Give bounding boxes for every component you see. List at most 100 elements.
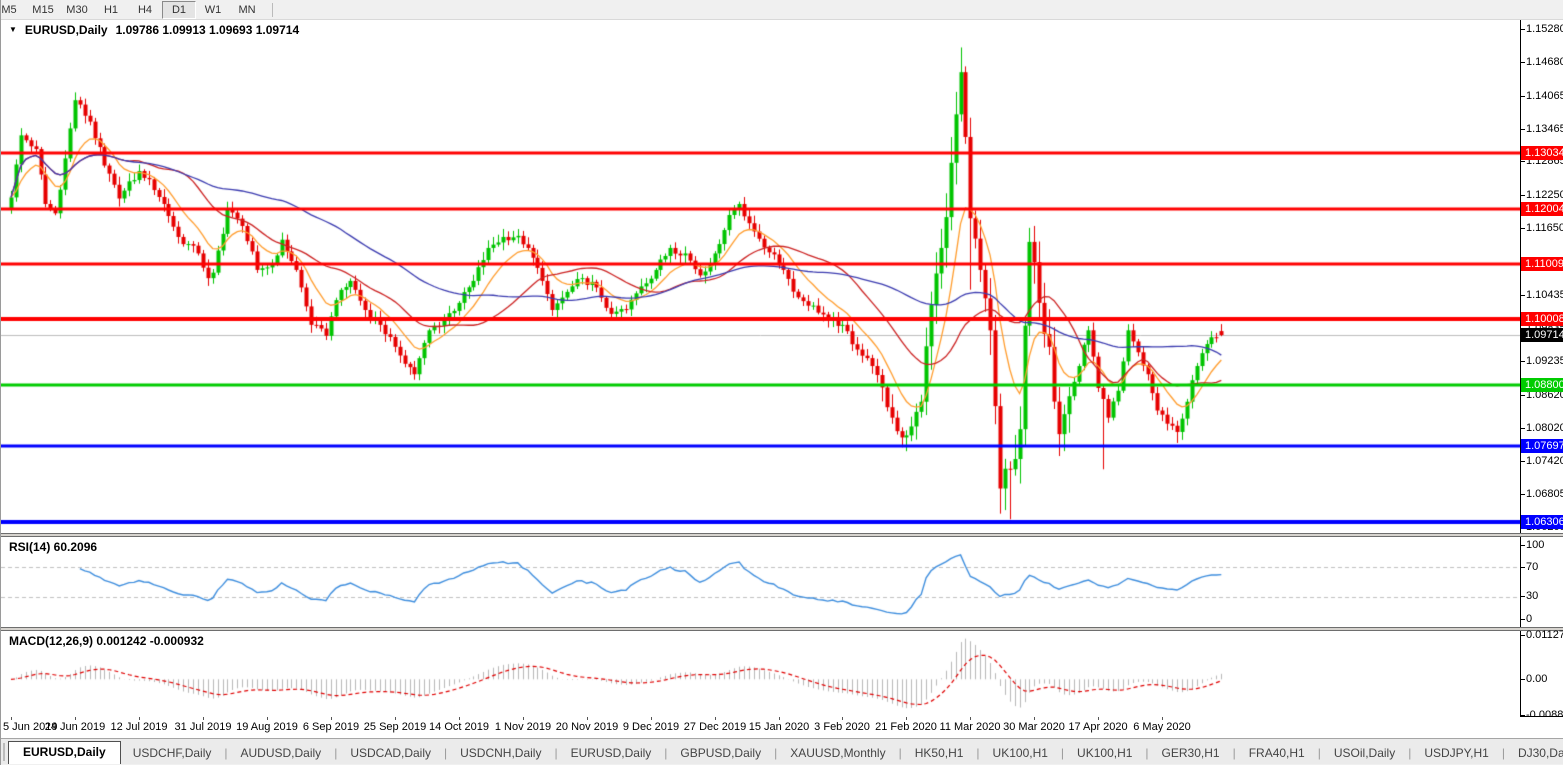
chart-tab-usdchf-daily-1[interactable]: USDCHF,Daily xyxy=(121,743,224,764)
timeframe-toolbar: M5M15M30H1H4D1W1MN xyxy=(1,0,1563,20)
price-level-label: 1.07697 xyxy=(1521,439,1563,453)
chart-tab-usoil-daily-13[interactable]: USOil,Daily xyxy=(1322,743,1407,764)
macd-indicator-label: MACD(12,26,9) 0.001242 -0.000932 xyxy=(9,634,204,648)
time-axis-tick xyxy=(1098,717,1099,720)
time-axis-label: 19 Aug 2019 xyxy=(236,721,298,733)
chart-tab-eurusd-daily-0[interactable]: EURUSD,Daily xyxy=(8,741,121,764)
period-button-m15[interactable]: M15 xyxy=(26,1,60,19)
price-level-label: 1.11009 xyxy=(1521,257,1563,271)
time-axis-tick xyxy=(715,717,716,720)
rsi-panel: RSI(14) 60.2096 100 70 30 0 xyxy=(1,537,1563,627)
macd-plot[interactable]: MACD(12,26,9) 0.001242 -0.000932 xyxy=(1,631,1521,717)
price-axis-tick: 1.09235 xyxy=(1526,355,1563,368)
main-chart-canvas[interactable] xyxy=(1,20,1520,533)
time-axis-tick xyxy=(523,717,524,720)
time-axis-label: 3 Feb 2020 xyxy=(814,721,870,733)
time-axis-tick xyxy=(779,717,780,720)
price-axis-tick: 1.13465 xyxy=(1526,123,1563,136)
chart-tab-xauusd-monthly-7[interactable]: XAUUSD,Monthly xyxy=(778,743,897,764)
price-level-label: 1.13034 xyxy=(1521,146,1563,160)
time-axis-label: 1 Nov 2019 xyxy=(495,721,551,733)
rsi-canvas[interactable] xyxy=(1,537,1520,627)
chart-tab-uk100-h1-10[interactable]: UK100,H1 xyxy=(1065,743,1144,764)
period-button-w1[interactable]: W1 xyxy=(196,1,230,19)
time-axis-tick xyxy=(906,717,907,720)
period-button-mn[interactable]: MN xyxy=(230,1,264,19)
macd-canvas[interactable] xyxy=(1,631,1520,717)
rsi-indicator-label: RSI(14) 60.2096 xyxy=(9,540,97,554)
price-axis-tick: 1.08020 xyxy=(1526,422,1563,435)
chart-tab-dj30-daily-15[interactable]: DJ30,Daily xyxy=(1506,743,1563,764)
time-axis-label: 24 Jun 2019 xyxy=(45,721,106,733)
time-axis-tick xyxy=(459,717,460,720)
time-axis-label: 15 Jan 2020 xyxy=(749,721,810,733)
period-button-h4[interactable]: H4 xyxy=(128,1,162,19)
chart-tab-hk50-h1-8[interactable]: HK50,H1 xyxy=(903,743,976,764)
price-level-label: 1.08800 xyxy=(1521,378,1563,392)
time-axis-label: 17 Apr 2020 xyxy=(1068,721,1127,733)
period-button-h1[interactable]: H1 xyxy=(94,1,128,19)
time-axis[interactable]: 5 Jun 201924 Jun 201912 Jul 201931 Jul 2… xyxy=(1,717,1563,738)
time-axis-tick xyxy=(331,717,332,720)
period-button-m5[interactable]: M5 xyxy=(1,1,26,19)
time-axis-tick xyxy=(1162,717,1163,720)
price-axis-tick: 1.11650 xyxy=(1526,222,1563,235)
rsi-axis-tick: 30 xyxy=(1526,590,1538,603)
price-axis-tick: 1.12250 xyxy=(1526,189,1563,202)
time-axis-label: 30 Mar 2020 xyxy=(1003,721,1065,733)
time-axis-label: 6 Sep 2019 xyxy=(303,721,359,733)
price-level-label: 1.10008 xyxy=(1521,312,1563,326)
chart-menu-triangle-icon[interactable]: ▼ xyxy=(9,25,17,34)
price-axis[interactable]: 1.152801.146801.140651.134651.128651.122… xyxy=(1521,20,1563,533)
chart-header: ▼ EURUSD,Daily 1.09786 1.09913 1.09693 1… xyxy=(9,23,299,37)
time-axis-label: 25 Sep 2019 xyxy=(364,721,426,733)
chart-tabs: EURUSD,DailyUSDCHF,Daily|AUDUSD,Daily|US… xyxy=(8,741,1563,764)
chart-tab-usdcad-daily-3[interactable]: USDCAD,Daily xyxy=(338,743,443,764)
price-axis-tick: 1.14065 xyxy=(1526,90,1563,103)
timeframe-buttons: M5M15M30H1H4D1W1MN xyxy=(1,1,264,19)
time-axis-label: 12 Jul 2019 xyxy=(111,721,168,733)
main-chart-plot[interactable]: ▼ EURUSD,Daily 1.09786 1.09913 1.09693 1… xyxy=(1,20,1521,533)
period-button-d1[interactable]: D1 xyxy=(162,1,196,19)
rsi-axis[interactable]: 100 70 30 0 xyxy=(1521,537,1563,627)
toolbar-separator xyxy=(272,3,273,17)
chart-tab-ger30-h1-11[interactable]: GER30,H1 xyxy=(1150,743,1232,764)
price-level-label: 1.12004 xyxy=(1521,202,1563,216)
time-axis-label: 21 Feb 2020 xyxy=(875,721,937,733)
rsi-axis-tick: 0 xyxy=(1526,613,1532,626)
time-axis-label: 14 Oct 2019 xyxy=(429,721,489,733)
period-button-m30[interactable]: M30 xyxy=(60,1,94,19)
chart-tab-usdjpy-h1-14[interactable]: USDJPY,H1 xyxy=(1412,743,1500,764)
macd-axis[interactable]: 0.0112770.00-0.008845 xyxy=(1521,631,1563,716)
time-axis-tick xyxy=(651,717,652,720)
chart-symbol-label: EURUSD,Daily xyxy=(25,23,108,37)
chart-tab-gbpusd-daily-6[interactable]: GBPUSD,Daily xyxy=(668,743,773,764)
macd-axis-tick: 0.011277 xyxy=(1526,629,1563,642)
current-price-label: 1.09714 xyxy=(1521,328,1563,342)
chart-ohlc-values: 1.09786 1.09913 1.09693 1.09714 xyxy=(116,23,300,37)
chart-tab-bar: EURUSD,DailyUSDCHF,Daily|AUDUSD,Daily|US… xyxy=(1,738,1563,764)
chart-tab-usdcnh-daily-4[interactable]: USDCNH,Daily xyxy=(448,743,553,764)
chart-tab-eurusd-daily-5[interactable]: EURUSD,Daily xyxy=(559,743,664,764)
chart-tab-uk100-h1-9[interactable]: UK100,H1 xyxy=(981,743,1060,764)
rsi-axis-tick: 70 xyxy=(1526,561,1538,574)
time-axis-label: 27 Dec 2019 xyxy=(684,721,746,733)
tab-bar-grip[interactable] xyxy=(3,743,5,761)
price-axis-tick: 1.06805 xyxy=(1526,488,1563,501)
chart-tab-fra40-h1-12[interactable]: FRA40,H1 xyxy=(1237,743,1317,764)
macd-panel: MACD(12,26,9) 0.001242 -0.000932 0.01127… xyxy=(1,631,1563,717)
time-axis-tick xyxy=(75,717,76,720)
time-axis-tick xyxy=(587,717,588,720)
rsi-plot[interactable]: RSI(14) 60.2096 xyxy=(1,537,1521,627)
price-axis-tick: 1.15280 xyxy=(1526,23,1563,36)
time-axis-tick xyxy=(11,717,12,720)
rsi-axis-tick: 100 xyxy=(1526,539,1544,552)
time-axis-label: 20 Nov 2019 xyxy=(556,721,618,733)
time-axis-tick xyxy=(842,717,843,720)
time-axis-tick xyxy=(267,717,268,720)
price-axis-tick: 1.14680 xyxy=(1526,56,1563,69)
chart-tab-audusd-daily-2[interactable]: AUDUSD,Daily xyxy=(229,743,334,764)
macd-axis-tick: 0.00 xyxy=(1526,673,1547,686)
price-axis-tick: 1.07420 xyxy=(1526,455,1563,468)
time-axis-tick xyxy=(203,717,204,720)
